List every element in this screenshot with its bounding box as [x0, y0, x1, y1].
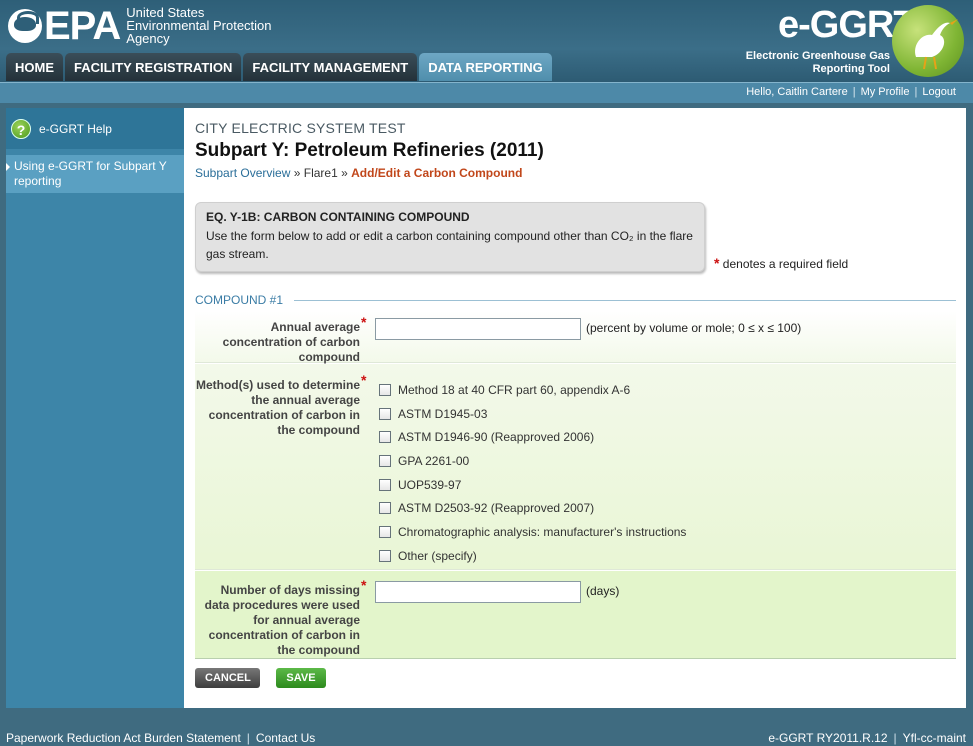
list-item: UOP539-97	[379, 473, 686, 497]
methods-checkbox-list: Method 18 at 40 CFR part 60, appendix A-…	[379, 378, 686, 568]
method-checkbox[interactable]	[379, 549, 391, 562]
paperwork-link[interactable]: Paperwork Reduction Act Burden Statement	[6, 731, 241, 745]
required-star: *	[714, 255, 720, 271]
question-icon: ?	[11, 118, 31, 139]
epa-wordmark: EPA	[44, 3, 121, 48]
server-name: Yfl-cc-maint	[902, 731, 966, 745]
required-star: *	[361, 577, 367, 593]
method-checkbox[interactable]	[379, 431, 391, 444]
methods-row: Method(s) used to determine the annual a…	[195, 364, 956, 570]
user-bar: Hello, Caitlin Cartere | My Profile | Logout	[0, 82, 973, 103]
page-title: Subpart Y: Petroleum Refineries (2011)	[195, 140, 544, 161]
required-star: *	[361, 314, 367, 330]
method-checkbox[interactable]	[379, 525, 391, 538]
section-title: COMPOUND #1	[195, 293, 284, 307]
sidebar-help-label: e-GGRT Help	[39, 121, 112, 136]
tab-home[interactable]: HOME	[6, 53, 63, 81]
tab-data-reporting[interactable]: DATA REPORTING	[419, 53, 552, 81]
logout-link[interactable]: Logout	[922, 86, 956, 98]
breadcrumb: Subpart Overview » Flare1 » Add/Edit a C…	[195, 166, 523, 180]
breadcrumb-current: Add/Edit a Carbon Compound	[351, 166, 523, 180]
list-item: Other (specify)	[379, 544, 686, 568]
sidebar-item-subpart-y-help[interactable]: Using e-GGRT for Subpart Y reporting	[6, 155, 184, 193]
list-item: GPA 2261-00	[379, 449, 686, 473]
breadcrumb-flare: Flare1	[303, 166, 338, 180]
tab-facility-management[interactable]: FACILITY MANAGEMENT	[243, 53, 418, 81]
main-nav: HOME FACILITY REGISTRATION FACILITY MANA…	[6, 53, 552, 81]
facility-name: CITY ELECTRIC SYSTEM TEST	[195, 120, 406, 136]
cancel-button[interactable]: CANCEL	[195, 668, 260, 688]
methods-label: Method(s) used to determine the annual a…	[195, 378, 360, 437]
method-checkbox[interactable]	[379, 383, 391, 396]
list-item: Method 18 at 40 CFR part 60, appendix A-…	[379, 378, 686, 402]
list-item: Chromatographic analysis: manufacturer's…	[379, 520, 686, 544]
concentration-row: Annual average concentration of carbon c…	[195, 311, 956, 364]
epa-logo[interactable]: EPA United States Environmental Protecti…	[8, 3, 272, 48]
app-subtitle: Electronic Greenhouse Gas Reporting Tool	[745, 50, 890, 75]
equation-description: Use the form below to add or edit a carb…	[206, 229, 693, 261]
save-button[interactable]: SAVE	[276, 668, 326, 688]
epa-globe-icon	[8, 8, 42, 43]
days-missing-input[interactable]	[375, 581, 581, 603]
required-field-note: * denotes a required field	[714, 255, 849, 271]
days-missing-label: Number of days missing data procedures w…	[204, 583, 360, 657]
egret-logo-icon	[892, 5, 964, 77]
concentration-label: Annual average concentration of carbon c…	[222, 320, 360, 364]
sidebar: ? e-GGRT Help Using e-GGRT for Subpart Y…	[6, 108, 184, 708]
concentration-input[interactable]	[375, 318, 581, 340]
days-missing-hint: (days)	[586, 584, 620, 598]
list-item: ASTM D2503-92 (Reapproved 2007)	[379, 496, 686, 520]
equation-info-box: EQ. Y-1B: CARBON CONTAINING COMPOUND Use…	[195, 202, 705, 272]
sidebar-help[interactable]: ? e-GGRT Help	[6, 108, 184, 149]
method-checkbox[interactable]	[379, 454, 391, 467]
site-footer: Paperwork Reduction Act Burden Statement…	[0, 728, 973, 746]
concentration-hint: (percent by volume or mole; 0 ≤ x ≤ 100)	[586, 321, 802, 335]
version-text: e-GGRT RY2011.R.12	[768, 731, 888, 745]
list-item: ASTM D1945-03	[379, 402, 686, 426]
main-content: CITY ELECTRIC SYSTEM TEST Subpart Y: Pet…	[184, 108, 966, 708]
list-item: ASTM D1946-90 (Reapproved 2006)	[379, 425, 686, 449]
method-checkbox[interactable]	[379, 502, 391, 515]
breadcrumb-subpart-overview[interactable]: Subpart Overview	[195, 166, 290, 180]
required-star: *	[361, 372, 367, 388]
contact-us-link[interactable]: Contact Us	[256, 731, 315, 745]
days-missing-row: Number of days missing data procedures w…	[195, 571, 956, 659]
my-profile-link[interactable]: My Profile	[861, 86, 910, 98]
user-greeting: Hello, Caitlin Cartere	[746, 86, 848, 98]
tab-facility-registration[interactable]: FACILITY REGISTRATION	[65, 53, 242, 81]
method-checkbox[interactable]	[379, 478, 391, 491]
site-header: EPA United States Environmental Protecti…	[0, 0, 973, 82]
section-divider	[294, 300, 956, 301]
agency-name: United States Environmental Protection A…	[126, 5, 272, 46]
method-checkbox[interactable]	[379, 407, 391, 420]
equation-title: EQ. Y-1B: CARBON CONTAINING COMPOUND	[206, 210, 470, 224]
